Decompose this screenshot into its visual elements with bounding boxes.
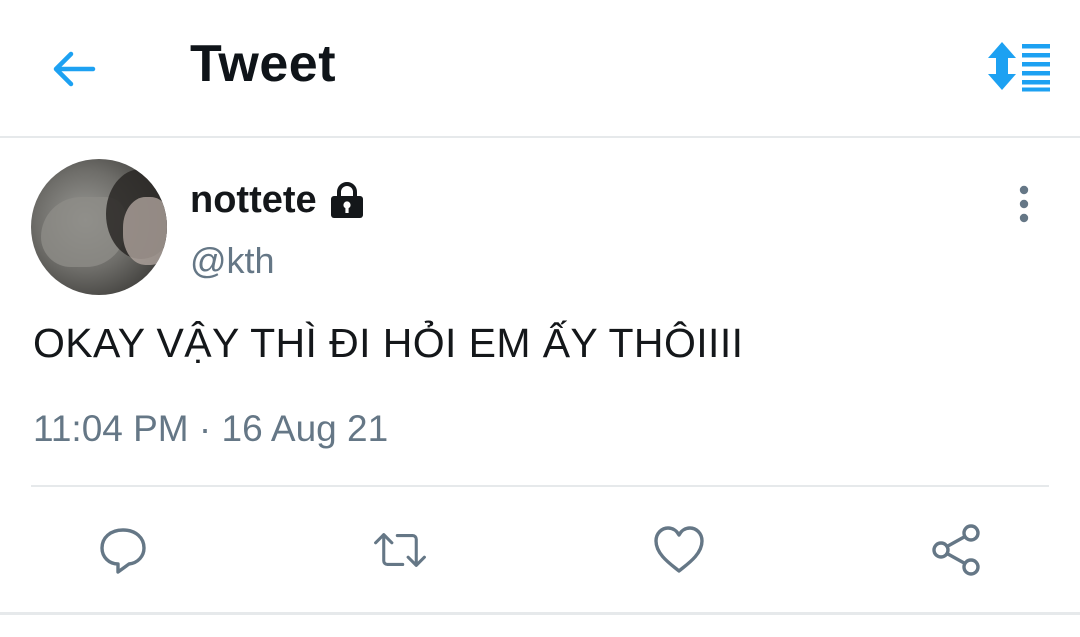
sort-icon — [988, 42, 1050, 92]
reply-button[interactable] — [95, 522, 151, 578]
user-handle[interactable]: @kth — [190, 240, 275, 282]
author-name-row: nottete — [190, 176, 367, 224]
avatar[interactable] — [31, 159, 167, 295]
divider — [31, 485, 1049, 487]
like-button[interactable] — [651, 522, 707, 578]
sort-button[interactable] — [984, 36, 1054, 96]
lock-icon — [327, 180, 367, 220]
top-app-bar: Tweet — [0, 0, 1080, 138]
tweet-text: OKAY VẬY THÌ ĐI HỎI EM ẤY THÔIIII — [33, 320, 744, 366]
retweet-button[interactable] — [372, 522, 428, 578]
share-button[interactable] — [929, 522, 985, 578]
share-icon — [932, 524, 980, 576]
more-options-button[interactable] — [1004, 180, 1044, 228]
display-name[interactable]: nottete — [190, 179, 317, 222]
more-vertical-icon — [1019, 185, 1029, 223]
comment-icon — [100, 528, 146, 574]
tweet-timestamp[interactable]: 11:04 PM · 16 Aug 21 — [33, 408, 388, 450]
divider — [0, 612, 1080, 615]
heart-icon — [654, 526, 704, 573]
retweet-icon — [374, 533, 426, 567]
page-title: Tweet — [190, 35, 337, 93]
tweet-detail-screen: Tweet nottete @kth OKAY VẬY THÌ ĐI HỎI E… — [0, 0, 1080, 637]
back-button[interactable] — [40, 36, 106, 102]
arrow-left-icon — [53, 51, 96, 87]
